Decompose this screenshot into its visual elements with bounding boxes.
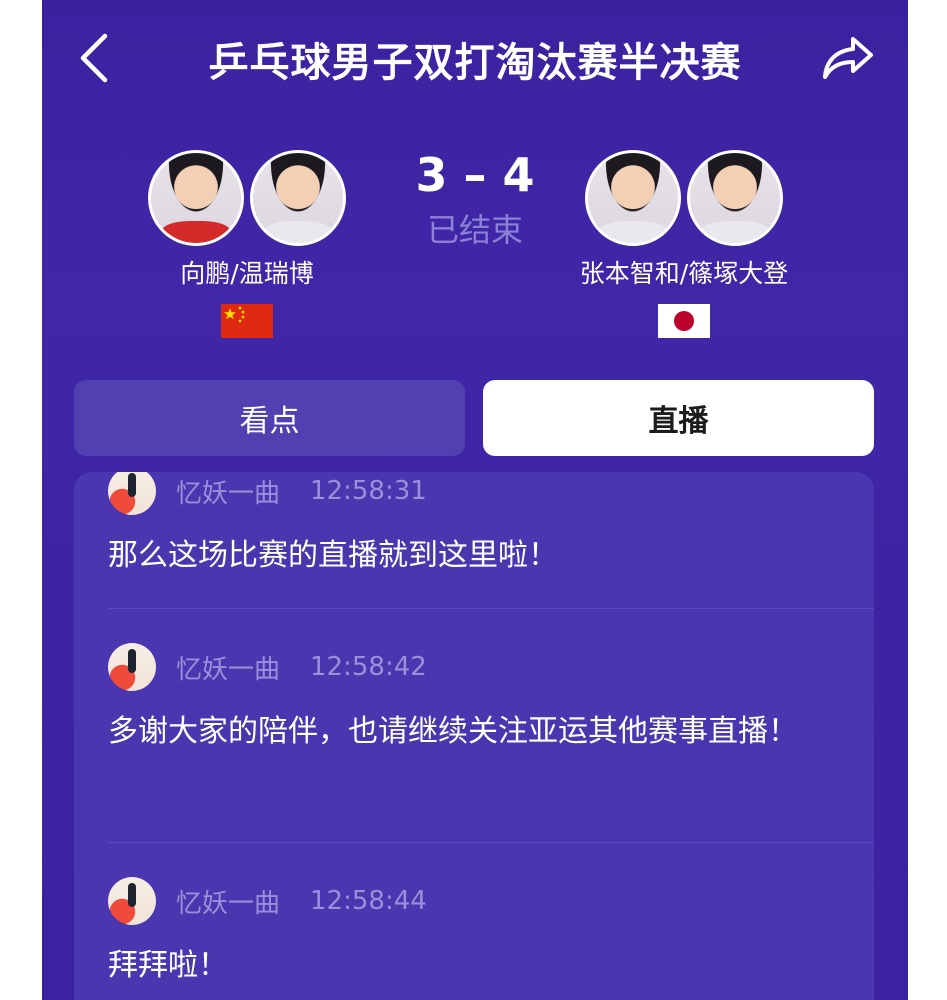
player-avatar[interactable] [585, 150, 681, 246]
message-time: 12:58:42 [310, 652, 427, 682]
match-screen: 乒乓球男子双打淘汰赛半决赛 向鹏/温瑞博 3 – 4 已结束 张本智和/篠塚大登… [42, 0, 908, 1000]
user-avatar[interactable] [108, 472, 156, 515]
team-left: 向鹏/温瑞博 [127, 150, 367, 338]
message-text: 拜拜啦！ [108, 948, 228, 983]
live-feed[interactable]: 忆妖一曲 12:58:31 那么这场比赛的直播就到这里啦！ 忆妖一曲 12:58… [74, 472, 874, 1000]
message-time: 12:58:44 [310, 886, 427, 916]
feed-entry: 忆妖一曲 12:58:42 多谢大家的陪伴，也请继续关注亚运其他赛事直播！ [108, 642, 842, 760]
user-nickname: 忆妖一曲 [176, 654, 281, 685]
feed-entry: 忆妖一曲 12:58:31 那么这场比赛的直播就到这里啦！ [108, 472, 842, 584]
share-arrow-icon [823, 37, 873, 79]
message-text: 那么这场比赛的直播就到这里啦！ [108, 538, 558, 573]
user-avatar[interactable] [108, 877, 156, 925]
match-status: 已结束 [426, 211, 523, 249]
user-nickname: 忆妖一曲 [176, 478, 281, 509]
team-right-name: 张本智和/篠塚大登 [579, 259, 789, 288]
china-flag [221, 304, 273, 338]
team-right: 张本智和/篠塚大登 [564, 150, 804, 338]
divider [108, 842, 874, 843]
tab-live[interactable]: 直播 [483, 380, 874, 456]
tab-bar: 看点 直播 [74, 380, 874, 456]
player-avatar[interactable] [687, 150, 783, 246]
user-nickname: 忆妖一曲 [176, 888, 281, 919]
player-avatar[interactable] [250, 150, 346, 246]
header: 乒乓球男子双打淘汰赛半决赛 [42, 0, 908, 115]
team-left-name: 向鹏/温瑞博 [180, 259, 314, 288]
team-right-avatars [564, 150, 804, 246]
share-button[interactable] [818, 32, 878, 84]
message-text: 多谢大家的陪伴，也请继续关注亚运其他赛事直播！ [108, 714, 798, 749]
team-left-avatars [127, 150, 367, 246]
tab-highlights[interactable]: 看点 [74, 380, 465, 456]
user-avatar[interactable] [108, 643, 156, 691]
player-avatar[interactable] [148, 150, 244, 246]
japan-flag [658, 304, 710, 338]
feed-entry: 忆妖一曲 12:58:44 拜拜啦！ [108, 876, 842, 994]
match-score: 3 – 4 [415, 148, 535, 202]
message-time: 12:58:31 [310, 476, 427, 506]
page-title: 乒乓球男子双打淘汰赛半决赛 [208, 40, 742, 86]
divider [108, 608, 874, 609]
